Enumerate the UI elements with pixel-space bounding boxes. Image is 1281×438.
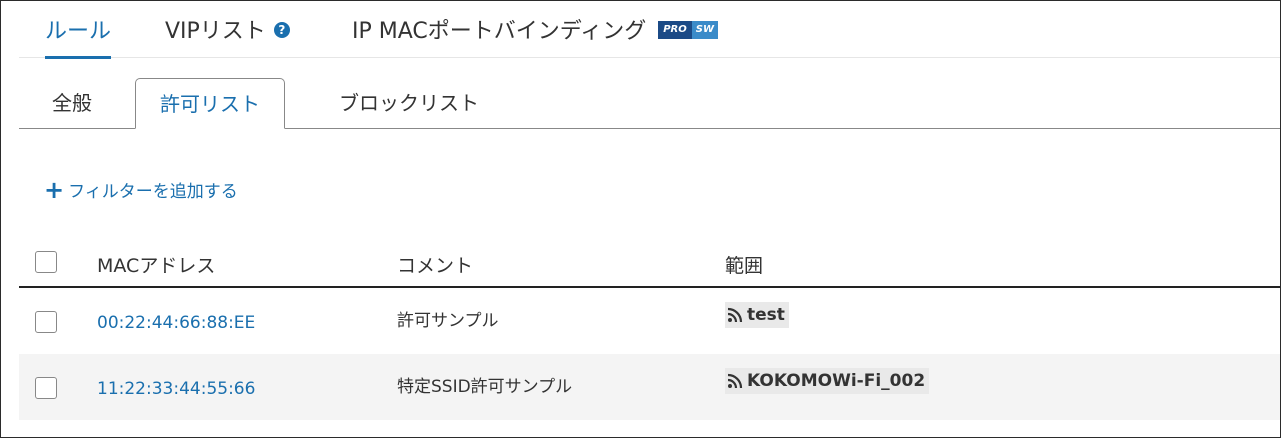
header-scope: 範囲 xyxy=(725,255,764,277)
tab-rules[interactable]: ルール xyxy=(45,13,112,59)
sw-badge: SW xyxy=(691,21,718,39)
rss-icon xyxy=(727,373,743,389)
header-comment: コメント xyxy=(397,255,474,277)
pro-badge: PRO xyxy=(658,21,692,39)
row-checkbox[interactable] xyxy=(35,311,57,333)
add-filter-label: フィルターを追加する xyxy=(68,182,238,202)
top-tab-bar: ルール VIPリスト? IP MACポートバインディング PRO SW xyxy=(19,1,1280,59)
plus-icon: + xyxy=(44,176,65,204)
tab-ip-mac-port-binding[interactable]: IP MACポートバインディング PRO SW xyxy=(352,13,718,45)
mac-address-link[interactable]: 00:22:44:66:88:EE xyxy=(97,313,255,333)
tab-rules-label: ルール xyxy=(45,19,112,44)
pro-sw-badge: PRO SW xyxy=(658,21,718,39)
subtab-allow-list[interactable]: 許可リスト xyxy=(135,78,285,129)
subtab-block-list-label: ブロックリスト xyxy=(339,91,479,115)
tab-vip-list-label: VIPリスト xyxy=(165,19,266,44)
comment-cell: 特定SSID許可サンプル xyxy=(397,377,573,397)
sub-tab-bar: 全般 許可リスト ブロックリスト xyxy=(19,78,1280,129)
select-all-checkbox[interactable] xyxy=(35,251,57,273)
mac-address-link[interactable]: 11:22:33:44:55:66 xyxy=(97,379,255,399)
help-icon[interactable]: ? xyxy=(273,22,290,38)
scope-label: KOKOMOWi-Fi_002 xyxy=(747,371,926,391)
subtab-general[interactable]: 全般 xyxy=(28,78,116,128)
row-checkbox[interactable] xyxy=(35,377,57,399)
header-mac-address: MACアドレス xyxy=(97,255,216,277)
subtab-allow-list-label: 許可リスト xyxy=(160,92,260,116)
tab-ip-mac-port-binding-label: IP MACポートバインディング xyxy=(352,19,647,44)
table-row: 11:22:33:44:55:66 特定SSID許可サンプル KOKOMOWi-… xyxy=(19,354,1280,420)
tab-vip-list[interactable]: VIPリスト? xyxy=(165,13,290,45)
table-header: MACアドレス コメント 範囲 xyxy=(19,241,1280,288)
subtab-general-label: 全般 xyxy=(52,91,92,115)
scope-label: test xyxy=(747,305,785,325)
add-filter-button[interactable]: + フィルターを追加する xyxy=(44,176,238,206)
comment-cell: 許可サンプル xyxy=(397,311,499,331)
scope-tag: KOKOMOWi-Fi_002 xyxy=(725,368,930,394)
subtab-block-list[interactable]: ブロックリスト xyxy=(315,78,503,128)
page-frame: ルール VIPリスト? IP MACポートバインディング PRO SW 全般 許可リ… xyxy=(0,0,1281,438)
rss-icon xyxy=(727,307,743,323)
table-row: 00:22:44:66:88:EE 許可サンプル test xyxy=(19,288,1280,354)
scope-tag: test xyxy=(725,302,789,328)
mac-allow-table: MACアドレス コメント 範囲 00:22:44:66:88:EE 許可サンプル… xyxy=(19,241,1280,420)
